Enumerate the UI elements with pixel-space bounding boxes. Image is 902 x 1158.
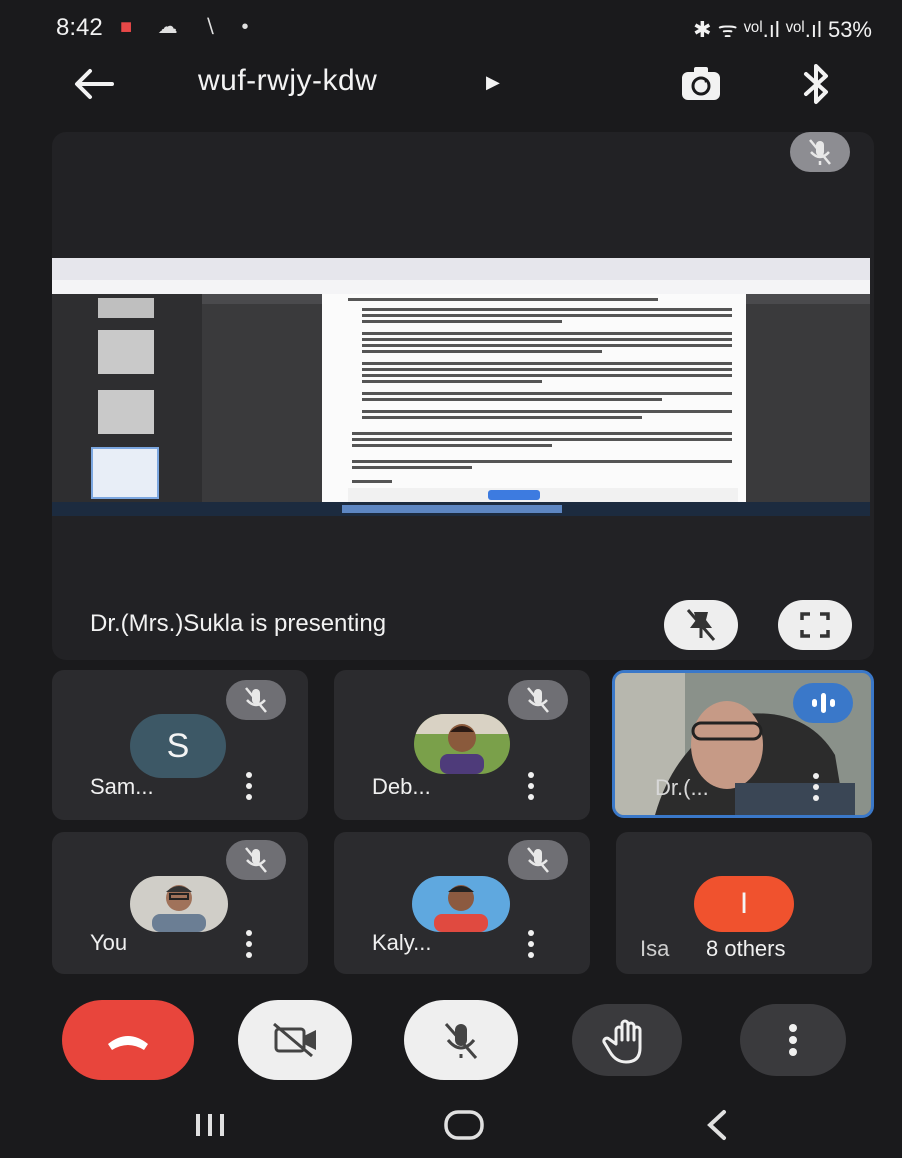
avatar [412,876,510,932]
video-off-icon [273,1022,316,1058]
more-options-button[interactable] [740,1004,846,1076]
status-time: 8:42 [56,14,103,41]
participant-tile-speaking[interactable]: Dr.(... [612,670,874,818]
avatar: S [130,714,226,778]
participant-name: Dr.(... [655,775,709,800]
hand-icon [602,1019,642,1064]
speaking-indicator-icon [793,683,853,723]
more-vert-icon[interactable] [244,930,254,962]
microphone-off-button[interactable] [404,1000,518,1080]
back-arrow-icon[interactable] [72,64,116,104]
notification-icon: ■ [120,16,143,38]
hang-up-icon [108,1036,148,1050]
mic-off-icon [508,840,568,880]
avatar [130,876,228,932]
more-vert-icon[interactable] [526,772,536,804]
mic-off-icon [226,840,286,880]
others-tile[interactable]: I Isa 8 others [616,832,872,974]
status-indicators: ✱ ᯤ ᵛᵒˡ.ıl ᵛᵒˡ.ıl 53% [693,17,872,42]
participant-tile[interactable]: Kaly... [334,832,590,974]
end-call-button[interactable] [62,1000,194,1080]
participant-tile[interactable]: You [52,832,308,974]
more-vert-icon[interactable] [244,772,254,804]
system-nav-bar [0,1090,902,1158]
caret-right-icon[interactable]: ▶ [486,72,500,93]
camera-off-button[interactable] [238,1000,352,1080]
back-icon[interactable] [700,1106,736,1144]
more-vert-icon[interactable] [811,773,821,805]
mic-off-icon [444,1023,478,1059]
participant-name: Isa [640,936,670,961]
switch-camera-icon[interactable] [678,64,724,104]
cloud-icon: ☁ [157,16,188,38]
bluetooth-icon[interactable] [796,62,836,106]
unpin-button[interactable] [664,600,738,650]
mic-off-icon [226,680,286,720]
recent-apps-icon[interactable] [190,1110,230,1140]
avatar [414,714,510,774]
participant-name: Sam... [90,774,154,799]
meeting-code[interactable]: wuf-rwjy-kdw [198,64,377,98]
status-bar: 8:42 ■ ☁ ∖ • ✱ ᯤ ᵛᵒˡ.ıl ᵛᵒˡ.ıl 53% [0,0,902,58]
participant-name: Kaly... [372,930,432,955]
presenter-mic-off-icon [790,132,850,172]
others-count: 8 others [706,936,786,961]
more-vert-icon[interactable] [526,930,536,962]
dot-icon: • [241,16,259,38]
avatar: I [694,876,794,932]
more-vert-icon [789,1024,797,1056]
participant-tile[interactable]: Deb... [334,670,590,820]
fullscreen-button[interactable] [778,600,852,650]
presenting-label: Dr.(Mrs.)Sukla is presenting [90,610,387,637]
raise-hand-button[interactable] [572,1004,682,1076]
slash-icon: ∖ [203,16,226,38]
participant-tile[interactable]: S Sam... [52,670,308,820]
mic-off-icon [508,680,568,720]
participant-name: Deb... [372,774,431,799]
shared-screen [52,258,870,516]
notification-icons: ■ ☁ ∖ • [120,14,259,39]
participant-name: You [90,930,128,955]
home-icon[interactable] [442,1108,486,1142]
